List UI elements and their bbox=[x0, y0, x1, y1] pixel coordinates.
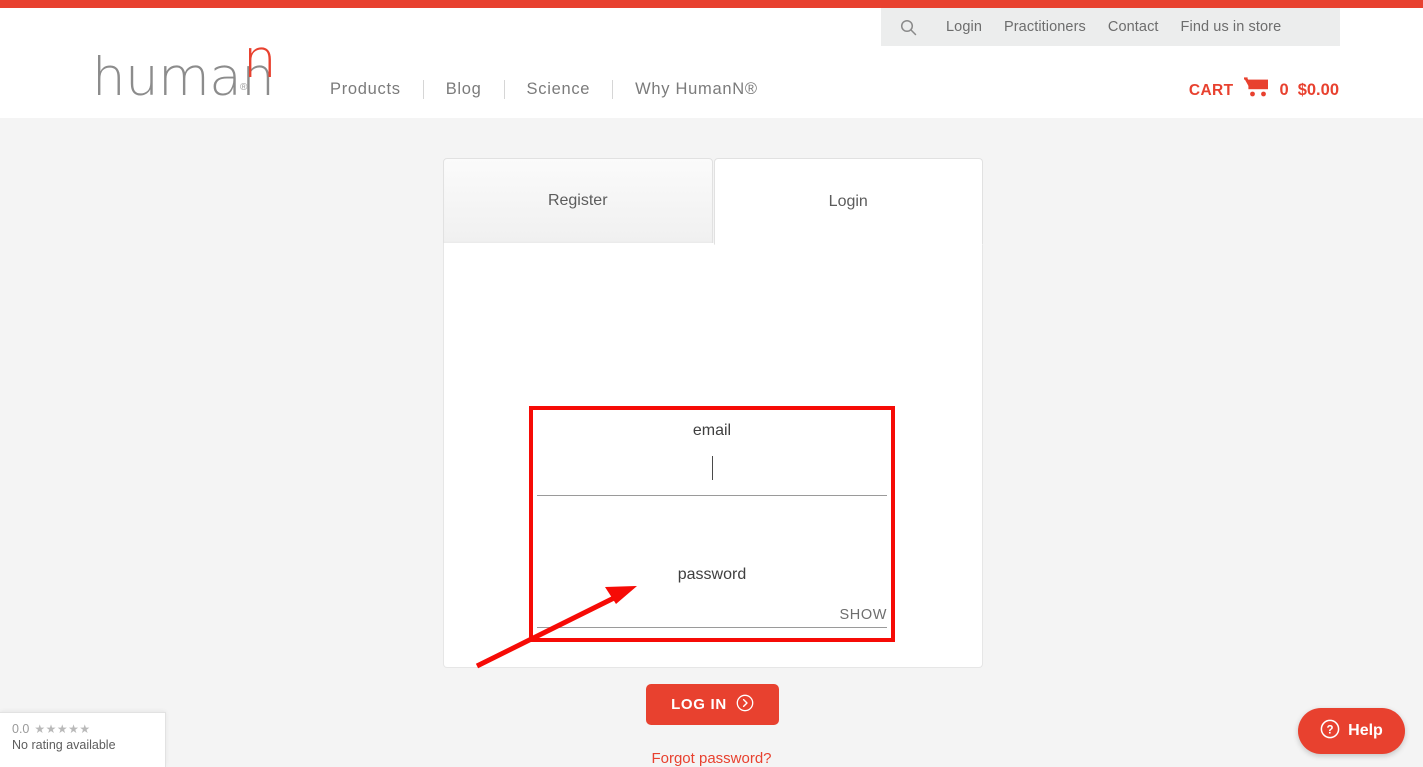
utility-nav-item-contact[interactable]: Contact bbox=[1097, 19, 1170, 35]
nav-item-products[interactable]: Products bbox=[330, 80, 423, 99]
form-spacer bbox=[537, 496, 887, 558]
tab-register[interactable]: Register bbox=[443, 158, 713, 244]
rating-status-text: No rating available bbox=[12, 738, 116, 752]
help-button[interactable]: ? Help bbox=[1298, 708, 1405, 754]
logo-registered-mark: ® bbox=[240, 82, 248, 93]
login-form: email password SHOW bbox=[537, 414, 887, 628]
email-input[interactable] bbox=[537, 440, 887, 496]
forgot-password-link[interactable]: Forgot password? bbox=[0, 750, 1423, 767]
main-nav: Products Blog Science Why HumanN® bbox=[330, 80, 780, 99]
shopping-cart-icon bbox=[1243, 77, 1271, 104]
rating-score: 0.0 bbox=[12, 722, 30, 736]
utility-nav-item-find-us-in-store[interactable]: Find us in store bbox=[1170, 19, 1293, 35]
password-field-group: password SHOW bbox=[537, 558, 887, 628]
top-accent-strip bbox=[0, 0, 1423, 8]
password-input[interactable]: SHOW bbox=[537, 584, 887, 628]
email-field-group: email bbox=[537, 414, 887, 496]
svg-text:?: ? bbox=[1327, 724, 1334, 736]
utility-nav-item-practitioners[interactable]: Practitioners bbox=[993, 19, 1097, 35]
cart-widget[interactable]: CART 0 $0.00 bbox=[1189, 77, 1339, 104]
site-logo[interactable]: human n ® bbox=[92, 29, 292, 108]
star-rating-icon: ★★★★★ bbox=[34, 722, 91, 736]
rating-widget[interactable]: 0.0 ★★★★★ No rating available bbox=[0, 712, 166, 767]
log-in-button-label: LOG IN bbox=[671, 696, 727, 713]
utility-nav-item-login[interactable]: Login bbox=[935, 19, 993, 35]
email-field-label: email bbox=[692, 422, 732, 439]
log-in-button[interactable]: LOG IN bbox=[646, 684, 779, 725]
show-password-toggle[interactable]: SHOW bbox=[839, 607, 887, 623]
search-icon[interactable] bbox=[881, 8, 935, 46]
cart-count: 0 bbox=[1279, 81, 1289, 99]
page-root: Login Practitioners Contact Find us in s… bbox=[0, 0, 1423, 767]
cart-total: $0.00 bbox=[1297, 81, 1339, 99]
chevron-right-circle-icon bbox=[736, 694, 754, 716]
nav-item-blog[interactable]: Blog bbox=[424, 80, 504, 99]
logo-accent-n: n bbox=[243, 29, 277, 90]
question-circle-icon: ? bbox=[1320, 719, 1340, 744]
nav-item-science[interactable]: Science bbox=[505, 80, 613, 99]
site-header: Login Practitioners Contact Find us in s… bbox=[0, 8, 1423, 118]
forgot-password-label: Forgot password? bbox=[651, 750, 772, 767]
page-body: Register Login email password SHOW LOG I… bbox=[0, 118, 1423, 767]
text-caret bbox=[711, 455, 713, 480]
nav-item-why-humann[interactable]: Why HumanN® bbox=[613, 80, 780, 99]
password-field-label: password bbox=[677, 566, 747, 583]
help-button-label: Help bbox=[1348, 722, 1383, 739]
rating-row: 0.0 ★★★★★ bbox=[12, 722, 153, 736]
utility-nav: Login Practitioners Contact Find us in s… bbox=[881, 8, 1340, 46]
auth-tabs: Register Login bbox=[443, 158, 983, 245]
tab-login[interactable]: Login bbox=[713, 158, 983, 245]
cart-label: CART bbox=[1188, 81, 1234, 99]
